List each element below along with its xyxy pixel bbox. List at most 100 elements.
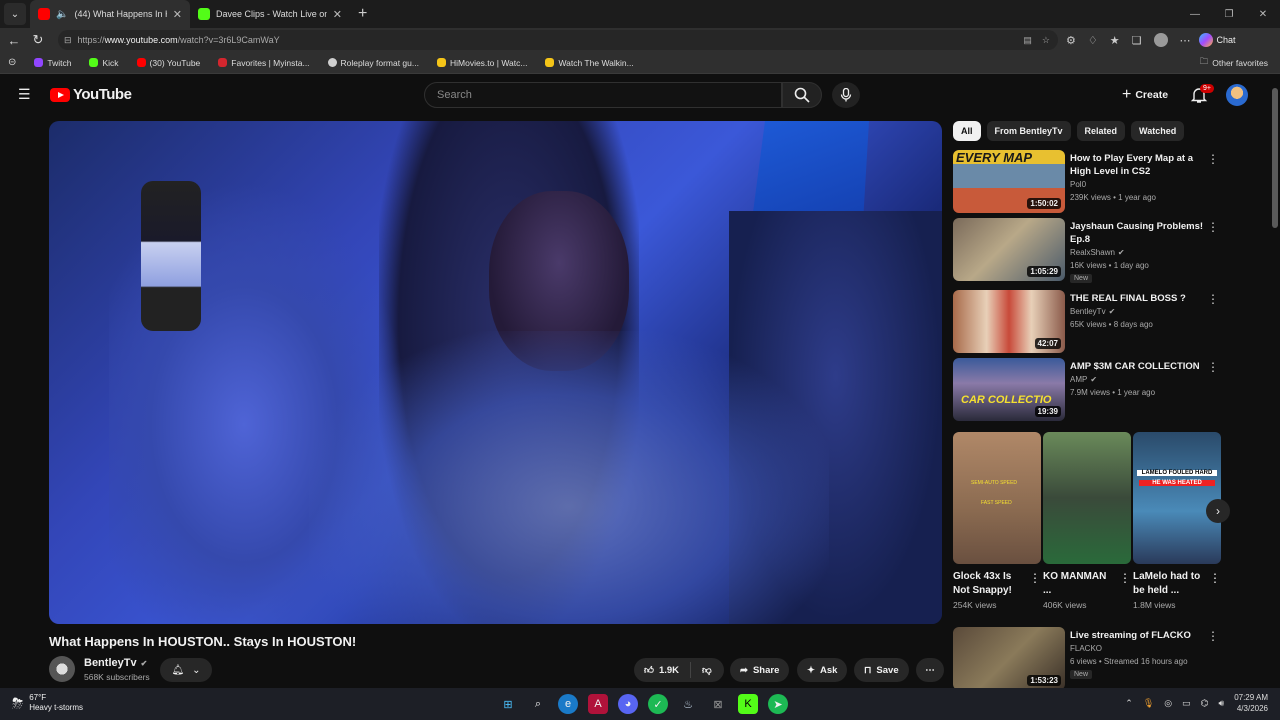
new-badge: New <box>1070 670 1093 679</box>
extensions-icon[interactable]: ⚙ <box>1066 34 1076 47</box>
share-button[interactable]: ➦ Share <box>730 658 790 682</box>
channel-avatar[interactable] <box>49 656 75 682</box>
short-thumbnail[interactable]: LAMELO FOULED HARD HE WAS HEATED <box>1133 432 1221 564</box>
youtube-logo[interactable]: YouTube <box>50 86 132 103</box>
tab-actions-menu-button[interactable]: ⌄ <box>4 3 26 25</box>
profile-icon[interactable] <box>1153 33 1168 47</box>
steam-icon[interactable]: ♨ <box>678 694 698 714</box>
video-player[interactable] <box>49 121 942 624</box>
recommendation-item[interactable]: 1:05:29 Jayshaun Causing Problems! Ep.8 … <box>953 218 1223 283</box>
chevron-up-icon[interactable]: ⌃ <box>1125 698 1133 709</box>
copilot-icon[interactable]: ♢ <box>1088 34 1098 47</box>
video-thumbnail[interactable]: 42:07 <box>953 290 1065 353</box>
recommendation-item[interactable]: 1:53:23 Live streaming of FLACKO FLACKO … <box>953 627 1223 691</box>
discord-icon[interactable]: ◕ <box>618 694 638 714</box>
speaker-icon[interactable]: 🔈 <box>56 9 68 20</box>
url-prefix: https:// <box>77 35 105 45</box>
account-avatar[interactable] <box>1226 84 1248 106</box>
video-thumbnail[interactable]: 1:05:29 <box>953 218 1065 281</box>
mic-tray-icon[interactable]: 🎙︎ <box>1143 698 1154 709</box>
restore-icon[interactable]: ❐ <box>1212 9 1246 20</box>
chip-watched[interactable]: Watched <box>1131 121 1185 141</box>
search-icon[interactable]: ⌕ <box>528 694 548 714</box>
edge-icon[interactable]: e <box>558 694 578 714</box>
new-tab-button[interactable]: + <box>358 5 367 23</box>
chip-from-channel[interactable]: From BentleyTv <box>986 121 1071 141</box>
more-vert-icon[interactable]: ⋮ <box>1029 571 1041 585</box>
bookmark-walking[interactable]: Watch The Walkin... <box>545 58 634 68</box>
save-button[interactable]: ⊓ Save <box>854 658 909 682</box>
bookmark-label: Roleplay format gu... <box>340 57 419 68</box>
search-input[interactable]: Search <box>424 82 782 108</box>
other-favorites[interactable]: 🗀 Other favorites <box>1200 56 1268 70</box>
back-icon[interactable]: ← <box>2 33 26 48</box>
recommendation-item[interactable]: EVERY MAP 1:50:02 How to Play Every Map … <box>953 150 1223 214</box>
autodesk-icon[interactable]: A <box>588 694 608 714</box>
favorites-icon[interactable]: ★ <box>1110 34 1120 47</box>
more-vert-icon[interactable]: ⋮ <box>1207 152 1219 166</box>
windows-start-icon[interactable]: ⊞ <box>498 694 518 714</box>
video-thumbnail[interactable]: 1:53:23 <box>953 627 1065 690</box>
recommendation-item[interactable]: 42:07 THE REAL FINAL BOSS ? BentleyTv ✔ 6… <box>953 290 1223 354</box>
recommendation-item[interactable]: CAR COLLECTIO 19:39 AMP $3M CAR COLLECTI… <box>953 358 1223 422</box>
chat-button[interactable]: Chat <box>1198 33 1236 47</box>
more-vert-icon[interactable]: ⋮ <box>1207 360 1219 374</box>
create-button[interactable]: + Create <box>1112 83 1178 107</box>
bookmarks-toggle-icon[interactable]: ⊝ <box>8 57 16 68</box>
bookmark-roleplay[interactable]: Roleplay format gu... <box>327 57 419 68</box>
reading-view-icon[interactable]: ▤ <box>1023 35 1032 46</box>
short-item[interactable]: LAMELO FOULED HARD HE WAS HEATED LaMelo … <box>1133 432 1221 610</box>
more-actions-button[interactable]: ⋯ <box>916 658 944 682</box>
more-vert-icon[interactable]: ⋮ <box>1207 629 1219 643</box>
url-field[interactable]: ⊟ https://www.youtube.com/watch?v=3r6L9C… <box>58 30 1058 50</box>
kick-app-icon[interactable]: K <box>738 694 758 714</box>
short-item[interactable]: SEMI-AUTO SPEED FAST SPEED Glock 43x Is … <box>953 432 1041 610</box>
collections-icon[interactable]: ❏ <box>1132 34 1142 47</box>
channel-name-row[interactable]: BentleyTv ✔ <box>84 657 147 669</box>
display-icon[interactable]: ▭ <box>1182 698 1191 709</box>
app-green-icon[interactable]: ✓ <box>648 694 668 714</box>
ask-button[interactable]: ✦ Ask <box>797 658 848 682</box>
site-info-icon[interactable]: ⊟ <box>64 35 72 46</box>
more-vert-icon[interactable]: ⋮ <box>1209 571 1221 585</box>
more-options-icon[interactable]: ⋯ <box>1180 34 1191 47</box>
favorite-star-icon[interactable]: ☆ <box>1042 35 1050 46</box>
chip-related[interactable]: Related <box>1076 121 1126 141</box>
short-thumbnail[interactable] <box>1043 432 1131 564</box>
tab-kick[interactable]: Davee Clips - Watch Live on Kick ✕ <box>190 0 350 28</box>
bookmark-youtube[interactable]: (30) YouTube <box>136 58 200 68</box>
more-vert-icon[interactable]: ⋮ <box>1207 220 1219 234</box>
menu-icon[interactable]: ☰ <box>18 87 34 101</box>
bookmark-himovies[interactable]: HiMovies.to | Watc... <box>436 58 527 68</box>
shorts-next-button[interactable]: › <box>1206 499 1230 523</box>
bookmark-myinsta[interactable]: Favorites | Myinsta... <box>218 58 310 68</box>
close-window-icon[interactable]: ✕ <box>1246 9 1280 20</box>
reload-icon[interactable]: ↻ <box>26 32 50 48</box>
bookmark-twitch[interactable]: Twitch <box>34 58 71 68</box>
chip-all[interactable]: All <box>953 121 981 141</box>
short-thumbnail[interactable]: SEMI-AUTO SPEED FAST SPEED <box>953 432 1041 564</box>
subscribed-notifications-button[interactable]: 🔔︎ ⌄ <box>160 658 212 682</box>
minimize-icon[interactable]: — <box>1178 9 1212 20</box>
video-thumbnail[interactable]: CAR COLLECTIO 19:39 <box>953 358 1065 421</box>
volume-icon[interactable]: 🔊︎ <box>1219 698 1225 709</box>
xbox-icon[interactable]: ⊠ <box>708 694 728 714</box>
weather-widget[interactable]: ⛈ 67°F Heavy t-storms <box>12 693 83 713</box>
like-button[interactable]: 👍︎ 1.9K <box>644 664 679 677</box>
network-icon[interactable]: ⌬ <box>1201 698 1209 709</box>
voice-search-button[interactable] <box>832 82 860 108</box>
short-item[interactable]: KO MANMAN ... 406K views ⋮ <box>1043 432 1131 610</box>
app-green-2-icon[interactable]: ➤ <box>768 694 788 714</box>
clock[interactable]: 07:29 AM 4/3/2026 <box>1234 692 1268 714</box>
close-tab-icon[interactable]: ✕ <box>333 8 342 21</box>
more-vert-icon[interactable]: ⋮ <box>1207 292 1219 306</box>
copilot-tray-icon[interactable]: ◎ <box>1164 698 1172 709</box>
bookmark-kick[interactable]: Kick <box>89 58 119 68</box>
close-tab-icon[interactable]: ✕ <box>173 8 182 21</box>
tab-youtube[interactable]: 🔈 (44) What Happens In HOUSTON ✕ <box>30 0 190 28</box>
dislike-button[interactable]: 👎︎ <box>702 664 712 676</box>
more-vert-icon[interactable]: ⋮ <box>1119 571 1131 585</box>
video-thumbnail[interactable]: EVERY MAP 1:50:02 <box>953 150 1065 213</box>
scrollbar-thumb[interactable] <box>1272 88 1278 228</box>
search-button[interactable] <box>782 82 822 108</box>
